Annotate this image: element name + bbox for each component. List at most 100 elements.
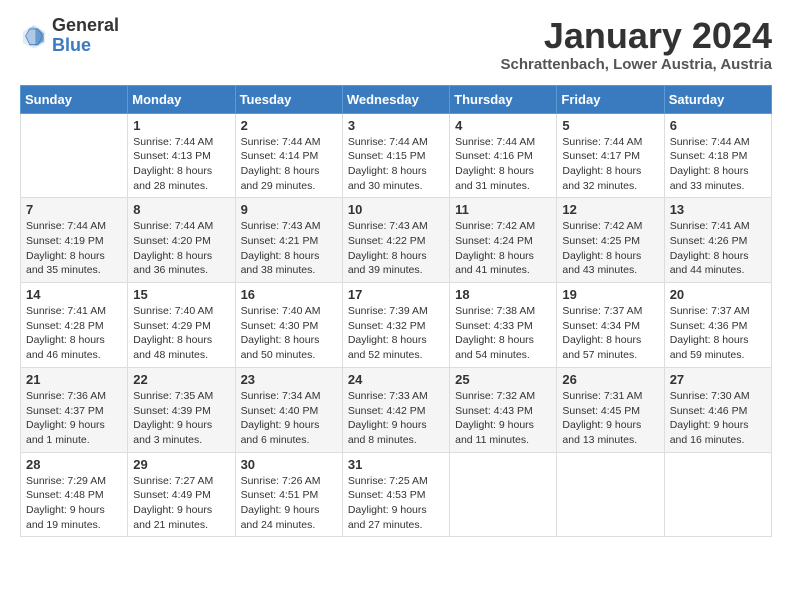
calendar-cell: 2 Sunrise: 7:44 AMSunset: 4:14 PMDaylight… — [235, 113, 342, 198]
day-info: Sunrise: 7:29 AMSunset: 4:48 PMDaylight:… — [26, 474, 122, 533]
day-info: Sunrise: 7:44 AMSunset: 4:20 PMDaylight:… — [133, 219, 229, 278]
day-info: Sunrise: 7:39 AMSunset: 4:32 PMDaylight:… — [348, 304, 444, 363]
day-info: Sunrise: 7:40 AMSunset: 4:29 PMDaylight:… — [133, 304, 229, 363]
day-info: Sunrise: 7:44 AMSunset: 4:18 PMDaylight:… — [670, 135, 766, 194]
day-number: 24 — [348, 372, 444, 387]
day-number: 29 — [133, 457, 229, 472]
day-number: 23 — [241, 372, 337, 387]
day-number: 10 — [348, 202, 444, 217]
day-info: Sunrise: 7:44 AMSunset: 4:16 PMDaylight:… — [455, 135, 551, 194]
day-info: Sunrise: 7:44 AMSunset: 4:14 PMDaylight:… — [241, 135, 337, 194]
header-day-friday: Friday — [557, 85, 664, 113]
day-info: Sunrise: 7:26 AMSunset: 4:51 PMDaylight:… — [241, 474, 337, 533]
day-info: Sunrise: 7:25 AMSunset: 4:53 PMDaylight:… — [348, 474, 444, 533]
calendar-cell: 12Sunrise: 7:42 AMSunset: 4:25 PMDayligh… — [557, 198, 664, 283]
logo-text: General Blue — [52, 16, 119, 56]
calendar-cell: 19 Sunrise: 7:37 AMSunset: 4:34 PMDayligh… — [557, 283, 664, 368]
calendar-cell: 27Sunrise: 7:30 AMSunset: 4:46 PMDayligh… — [664, 367, 771, 452]
calendar-cell: 20 Sunrise: 7:37 AMSunset: 4:36 PMDayligh… — [664, 283, 771, 368]
calendar-cell: 7Sunrise: 7:44 AMSunset: 4:19 PMDaylight… — [21, 198, 128, 283]
calendar-week-row: 1 Sunrise: 7:44 AMSunset: 4:13 PMDaylight… — [21, 113, 772, 198]
day-info: Sunrise: 7:42 AMSunset: 4:24 PMDaylight:… — [455, 219, 551, 278]
calendar-cell: 21Sunrise: 7:36 AMSunset: 4:37 PMDayligh… — [21, 367, 128, 452]
day-number: 17 — [348, 287, 444, 302]
day-info: Sunrise: 7:44 AMSunset: 4:17 PMDaylight:… — [562, 135, 658, 194]
calendar-week-row: 7Sunrise: 7:44 AMSunset: 4:19 PMDaylight… — [21, 198, 772, 283]
calendar-cell: 18Sunrise: 7:38 AMSunset: 4:33 PMDayligh… — [450, 283, 557, 368]
calendar-cell: 16 Sunrise: 7:40 AMSunset: 4:30 PMDayligh… — [235, 283, 342, 368]
day-number: 22 — [133, 372, 229, 387]
day-number: 14 — [26, 287, 122, 302]
day-number: 27 — [670, 372, 766, 387]
day-number: 20 — [670, 287, 766, 302]
day-number: 25 — [455, 372, 551, 387]
calendar-cell — [21, 113, 128, 198]
day-number: 12 — [562, 202, 658, 217]
calendar-cell: 9Sunrise: 7:43 AMSunset: 4:21 PMDaylight… — [235, 198, 342, 283]
calendar-cell: 28 Sunrise: 7:29 AMSunset: 4:48 PMDayligh… — [21, 452, 128, 537]
logo-icon — [20, 22, 48, 50]
header-day-wednesday: Wednesday — [342, 85, 449, 113]
day-number: 31 — [348, 457, 444, 472]
day-number: 4 — [455, 118, 551, 133]
header-day-thursday: Thursday — [450, 85, 557, 113]
day-number: 1 — [133, 118, 229, 133]
calendar-cell: 22 Sunrise: 7:35 AMSunset: 4:39 PMDayligh… — [128, 367, 235, 452]
main-title: January 2024 — [501, 16, 772, 56]
header-day-saturday: Saturday — [664, 85, 771, 113]
title-area: January 2024 Schrattenbach, Lower Austri… — [501, 16, 772, 73]
day-number: 30 — [241, 457, 337, 472]
day-info: Sunrise: 7:32 AMSunset: 4:43 PMDaylight:… — [455, 389, 551, 448]
day-number: 15 — [133, 287, 229, 302]
calendar-cell — [450, 452, 557, 537]
calendar-week-row: 21Sunrise: 7:36 AMSunset: 4:37 PMDayligh… — [21, 367, 772, 452]
day-number: 19 — [562, 287, 658, 302]
day-number: 16 — [241, 287, 337, 302]
day-number: 6 — [670, 118, 766, 133]
calendar-cell: 29 Sunrise: 7:27 AMSunset: 4:49 PMDayligh… — [128, 452, 235, 537]
day-info: Sunrise: 7:40 AMSunset: 4:30 PMDaylight:… — [241, 304, 337, 363]
day-number: 13 — [670, 202, 766, 217]
day-info: Sunrise: 7:27 AMSunset: 4:49 PMDaylight:… — [133, 474, 229, 533]
header: General Blue January 2024 Schrattenbach,… — [20, 16, 772, 73]
day-info: Sunrise: 7:37 AMSunset: 4:34 PMDaylight:… — [562, 304, 658, 363]
day-info: Sunrise: 7:37 AMSunset: 4:36 PMDaylight:… — [670, 304, 766, 363]
day-number: 18 — [455, 287, 551, 302]
day-info: Sunrise: 7:31 AMSunset: 4:45 PMDaylight:… — [562, 389, 658, 448]
calendar-week-row: 14 Sunrise: 7:41 AMSunset: 4:28 PMDayligh… — [21, 283, 772, 368]
calendar-cell: 23Sunrise: 7:34 AMSunset: 4:40 PMDayligh… — [235, 367, 342, 452]
logo-general: General — [52, 16, 119, 36]
day-number: 28 — [26, 457, 122, 472]
day-number: 11 — [455, 202, 551, 217]
day-info: Sunrise: 7:44 AMSunset: 4:19 PMDaylight:… — [26, 219, 122, 278]
day-number: 26 — [562, 372, 658, 387]
day-number: 8 — [133, 202, 229, 217]
calendar-cell: 25 Sunrise: 7:32 AMSunset: 4:43 PMDayligh… — [450, 367, 557, 452]
header-day-tuesday: Tuesday — [235, 85, 342, 113]
logo: General Blue — [20, 16, 119, 56]
subtitle: Schrattenbach, Lower Austria, Austria — [501, 56, 772, 73]
calendar-cell: 1 Sunrise: 7:44 AMSunset: 4:13 PMDaylight… — [128, 113, 235, 198]
day-info: Sunrise: 7:33 AMSunset: 4:42 PMDaylight:… — [348, 389, 444, 448]
day-number: 21 — [26, 372, 122, 387]
calendar-cell: 17 Sunrise: 7:39 AMSunset: 4:32 PMDayligh… — [342, 283, 449, 368]
calendar-table: SundayMondayTuesdayWednesdayThursdayFrid… — [20, 85, 772, 538]
day-info: Sunrise: 7:44 AMSunset: 4:13 PMDaylight:… — [133, 135, 229, 194]
calendar-week-row: 28 Sunrise: 7:29 AMSunset: 4:48 PMDayligh… — [21, 452, 772, 537]
calendar-cell — [664, 452, 771, 537]
day-info: Sunrise: 7:35 AMSunset: 4:39 PMDaylight:… — [133, 389, 229, 448]
day-info: Sunrise: 7:43 AMSunset: 4:22 PMDaylight:… — [348, 219, 444, 278]
calendar-cell: 24 Sunrise: 7:33 AMSunset: 4:42 PMDayligh… — [342, 367, 449, 452]
calendar-cell: 3 Sunrise: 7:44 AMSunset: 4:15 PMDaylight… — [342, 113, 449, 198]
day-info: Sunrise: 7:44 AMSunset: 4:15 PMDaylight:… — [348, 135, 444, 194]
day-number: 3 — [348, 118, 444, 133]
calendar-cell: 4 Sunrise: 7:44 AMSunset: 4:16 PMDaylight… — [450, 113, 557, 198]
calendar-cell: 5 Sunrise: 7:44 AMSunset: 4:17 PMDaylight… — [557, 113, 664, 198]
calendar-cell: 30 Sunrise: 7:26 AMSunset: 4:51 PMDayligh… — [235, 452, 342, 537]
day-number: 2 — [241, 118, 337, 133]
calendar-cell: 13Sunrise: 7:41 AMSunset: 4:26 PMDayligh… — [664, 198, 771, 283]
day-info: Sunrise: 7:43 AMSunset: 4:21 PMDaylight:… — [241, 219, 337, 278]
day-number: 5 — [562, 118, 658, 133]
day-info: Sunrise: 7:41 AMSunset: 4:28 PMDaylight:… — [26, 304, 122, 363]
calendar-cell: 14 Sunrise: 7:41 AMSunset: 4:28 PMDayligh… — [21, 283, 128, 368]
